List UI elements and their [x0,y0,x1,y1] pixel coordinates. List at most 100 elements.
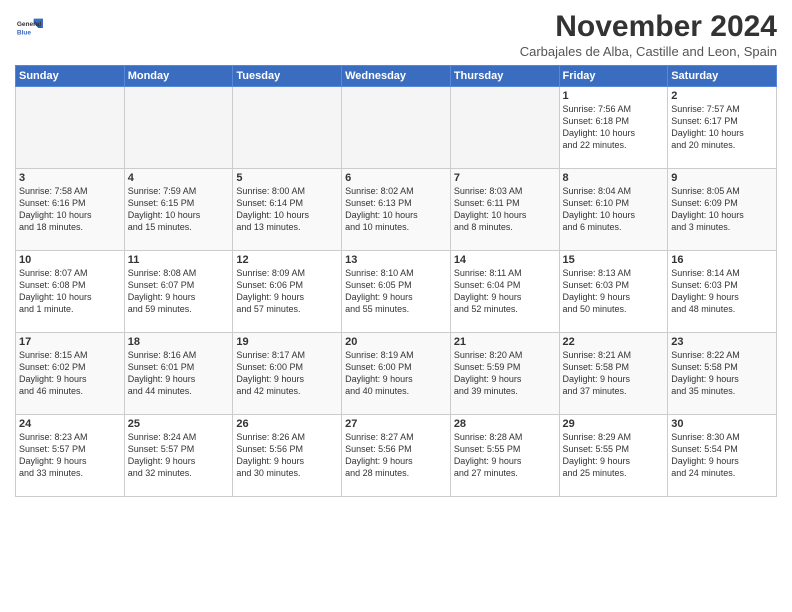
day-info: Sunrise: 8:27 AM Sunset: 5:56 PM Dayligh… [345,431,447,480]
day-number: 5 [236,172,338,184]
calendar-table: SundayMondayTuesdayWednesdayThursdayFrid… [15,65,777,497]
calendar-cell [124,87,233,169]
day-info: Sunrise: 8:26 AM Sunset: 5:56 PM Dayligh… [236,431,338,480]
day-number: 3 [19,172,121,184]
day-info: Sunrise: 8:10 AM Sunset: 6:05 PM Dayligh… [345,267,447,316]
day-number: 23 [671,336,773,348]
day-info: Sunrise: 8:16 AM Sunset: 6:01 PM Dayligh… [128,349,230,398]
day-info: Sunrise: 8:20 AM Sunset: 5:59 PM Dayligh… [454,349,556,398]
calendar-cell: 11Sunrise: 8:08 AM Sunset: 6:07 PM Dayli… [124,251,233,333]
calendar-cell: 4Sunrise: 7:59 AM Sunset: 6:15 PM Daylig… [124,169,233,251]
day-number: 18 [128,336,230,348]
day-info: Sunrise: 8:17 AM Sunset: 6:00 PM Dayligh… [236,349,338,398]
day-number: 17 [19,336,121,348]
day-number: 8 [563,172,665,184]
day-info: Sunrise: 8:11 AM Sunset: 6:04 PM Dayligh… [454,267,556,316]
calendar-cell: 15Sunrise: 8:13 AM Sunset: 6:03 PM Dayli… [559,251,668,333]
day-info: Sunrise: 8:23 AM Sunset: 5:57 PM Dayligh… [19,431,121,480]
calendar-cell: 30Sunrise: 8:30 AM Sunset: 5:54 PM Dayli… [668,415,777,497]
logo-icon: General Blue [15,14,43,42]
day-info: Sunrise: 8:14 AM Sunset: 6:03 PM Dayligh… [671,267,773,316]
day-info: Sunrise: 7:56 AM Sunset: 6:18 PM Dayligh… [563,103,665,152]
day-info: Sunrise: 7:58 AM Sunset: 6:16 PM Dayligh… [19,185,121,234]
day-number: 9 [671,172,773,184]
day-info: Sunrise: 8:05 AM Sunset: 6:09 PM Dayligh… [671,185,773,234]
weekday-header: Saturday [668,66,777,87]
day-info: Sunrise: 7:59 AM Sunset: 6:15 PM Dayligh… [128,185,230,234]
day-number: 28 [454,418,556,430]
day-info: Sunrise: 8:00 AM Sunset: 6:14 PM Dayligh… [236,185,338,234]
day-number: 15 [563,254,665,266]
day-info: Sunrise: 8:28 AM Sunset: 5:55 PM Dayligh… [454,431,556,480]
calendar-week-row: 24Sunrise: 8:23 AM Sunset: 5:57 PM Dayli… [16,415,777,497]
calendar-cell: 19Sunrise: 8:17 AM Sunset: 6:00 PM Dayli… [233,333,342,415]
calendar-cell: 1Sunrise: 7:56 AM Sunset: 6:18 PM Daylig… [559,87,668,169]
month-title: November 2024 [520,10,777,44]
calendar-cell: 13Sunrise: 8:10 AM Sunset: 6:05 PM Dayli… [342,251,451,333]
svg-text:General: General [17,21,41,28]
weekday-header: Wednesday [342,66,451,87]
day-number: 11 [128,254,230,266]
calendar-week-row: 1Sunrise: 7:56 AM Sunset: 6:18 PM Daylig… [16,87,777,169]
day-number: 1 [563,90,665,102]
calendar-cell: 24Sunrise: 8:23 AM Sunset: 5:57 PM Dayli… [16,415,125,497]
calendar-cell: 3Sunrise: 7:58 AM Sunset: 6:16 PM Daylig… [16,169,125,251]
subtitle: Carbajales de Alba, Castille and Leon, S… [520,44,777,59]
day-info: Sunrise: 7:57 AM Sunset: 6:17 PM Dayligh… [671,103,773,152]
day-info: Sunrise: 8:13 AM Sunset: 6:03 PM Dayligh… [563,267,665,316]
calendar-cell: 22Sunrise: 8:21 AM Sunset: 5:58 PM Dayli… [559,333,668,415]
svg-text:Blue: Blue [17,30,31,37]
day-number: 20 [345,336,447,348]
calendar-cell: 7Sunrise: 8:03 AM Sunset: 6:11 PM Daylig… [450,169,559,251]
calendar-cell: 8Sunrise: 8:04 AM Sunset: 6:10 PM Daylig… [559,169,668,251]
calendar-cell: 2Sunrise: 7:57 AM Sunset: 6:17 PM Daylig… [668,87,777,169]
calendar-cell: 10Sunrise: 8:07 AM Sunset: 6:08 PM Dayli… [16,251,125,333]
calendar-cell: 29Sunrise: 8:29 AM Sunset: 5:55 PM Dayli… [559,415,668,497]
day-info: Sunrise: 8:15 AM Sunset: 6:02 PM Dayligh… [19,349,121,398]
calendar-cell: 17Sunrise: 8:15 AM Sunset: 6:02 PM Dayli… [16,333,125,415]
day-number: 12 [236,254,338,266]
calendar-week-row: 10Sunrise: 8:07 AM Sunset: 6:08 PM Dayli… [16,251,777,333]
day-number: 26 [236,418,338,430]
day-info: Sunrise: 8:24 AM Sunset: 5:57 PM Dayligh… [128,431,230,480]
calendar-cell [16,87,125,169]
day-number: 19 [236,336,338,348]
day-info: Sunrise: 8:04 AM Sunset: 6:10 PM Dayligh… [563,185,665,234]
day-number: 24 [19,418,121,430]
day-info: Sunrise: 8:21 AM Sunset: 5:58 PM Dayligh… [563,349,665,398]
calendar-cell: 5Sunrise: 8:00 AM Sunset: 6:14 PM Daylig… [233,169,342,251]
day-number: 25 [128,418,230,430]
calendar-cell: 14Sunrise: 8:11 AM Sunset: 6:04 PM Dayli… [450,251,559,333]
calendar-cell: 25Sunrise: 8:24 AM Sunset: 5:57 PM Dayli… [124,415,233,497]
day-number: 4 [128,172,230,184]
header: General Blue November 2024 Carbajales de… [15,10,777,59]
day-number: 16 [671,254,773,266]
weekday-header: Tuesday [233,66,342,87]
calendar-week-row: 3Sunrise: 7:58 AM Sunset: 6:16 PM Daylig… [16,169,777,251]
day-info: Sunrise: 8:09 AM Sunset: 6:06 PM Dayligh… [236,267,338,316]
weekday-header: Friday [559,66,668,87]
day-number: 21 [454,336,556,348]
calendar-cell: 16Sunrise: 8:14 AM Sunset: 6:03 PM Dayli… [668,251,777,333]
calendar-page: General Blue November 2024 Carbajales de… [0,0,792,612]
calendar-cell: 26Sunrise: 8:26 AM Sunset: 5:56 PM Dayli… [233,415,342,497]
day-number: 2 [671,90,773,102]
day-number: 27 [345,418,447,430]
day-info: Sunrise: 8:19 AM Sunset: 6:00 PM Dayligh… [345,349,447,398]
weekday-header: Thursday [450,66,559,87]
calendar-cell: 27Sunrise: 8:27 AM Sunset: 5:56 PM Dayli… [342,415,451,497]
weekday-header-row: SundayMondayTuesdayWednesdayThursdayFrid… [16,66,777,87]
calendar-cell: 6Sunrise: 8:02 AM Sunset: 6:13 PM Daylig… [342,169,451,251]
day-number: 29 [563,418,665,430]
calendar-cell [450,87,559,169]
logo: General Blue [15,14,47,42]
calendar-cell: 23Sunrise: 8:22 AM Sunset: 5:58 PM Dayli… [668,333,777,415]
day-number: 22 [563,336,665,348]
day-info: Sunrise: 8:02 AM Sunset: 6:13 PM Dayligh… [345,185,447,234]
day-info: Sunrise: 8:03 AM Sunset: 6:11 PM Dayligh… [454,185,556,234]
calendar-cell: 9Sunrise: 8:05 AM Sunset: 6:09 PM Daylig… [668,169,777,251]
day-info: Sunrise: 8:30 AM Sunset: 5:54 PM Dayligh… [671,431,773,480]
calendar-cell [233,87,342,169]
calendar-cell: 18Sunrise: 8:16 AM Sunset: 6:01 PM Dayli… [124,333,233,415]
day-number: 13 [345,254,447,266]
